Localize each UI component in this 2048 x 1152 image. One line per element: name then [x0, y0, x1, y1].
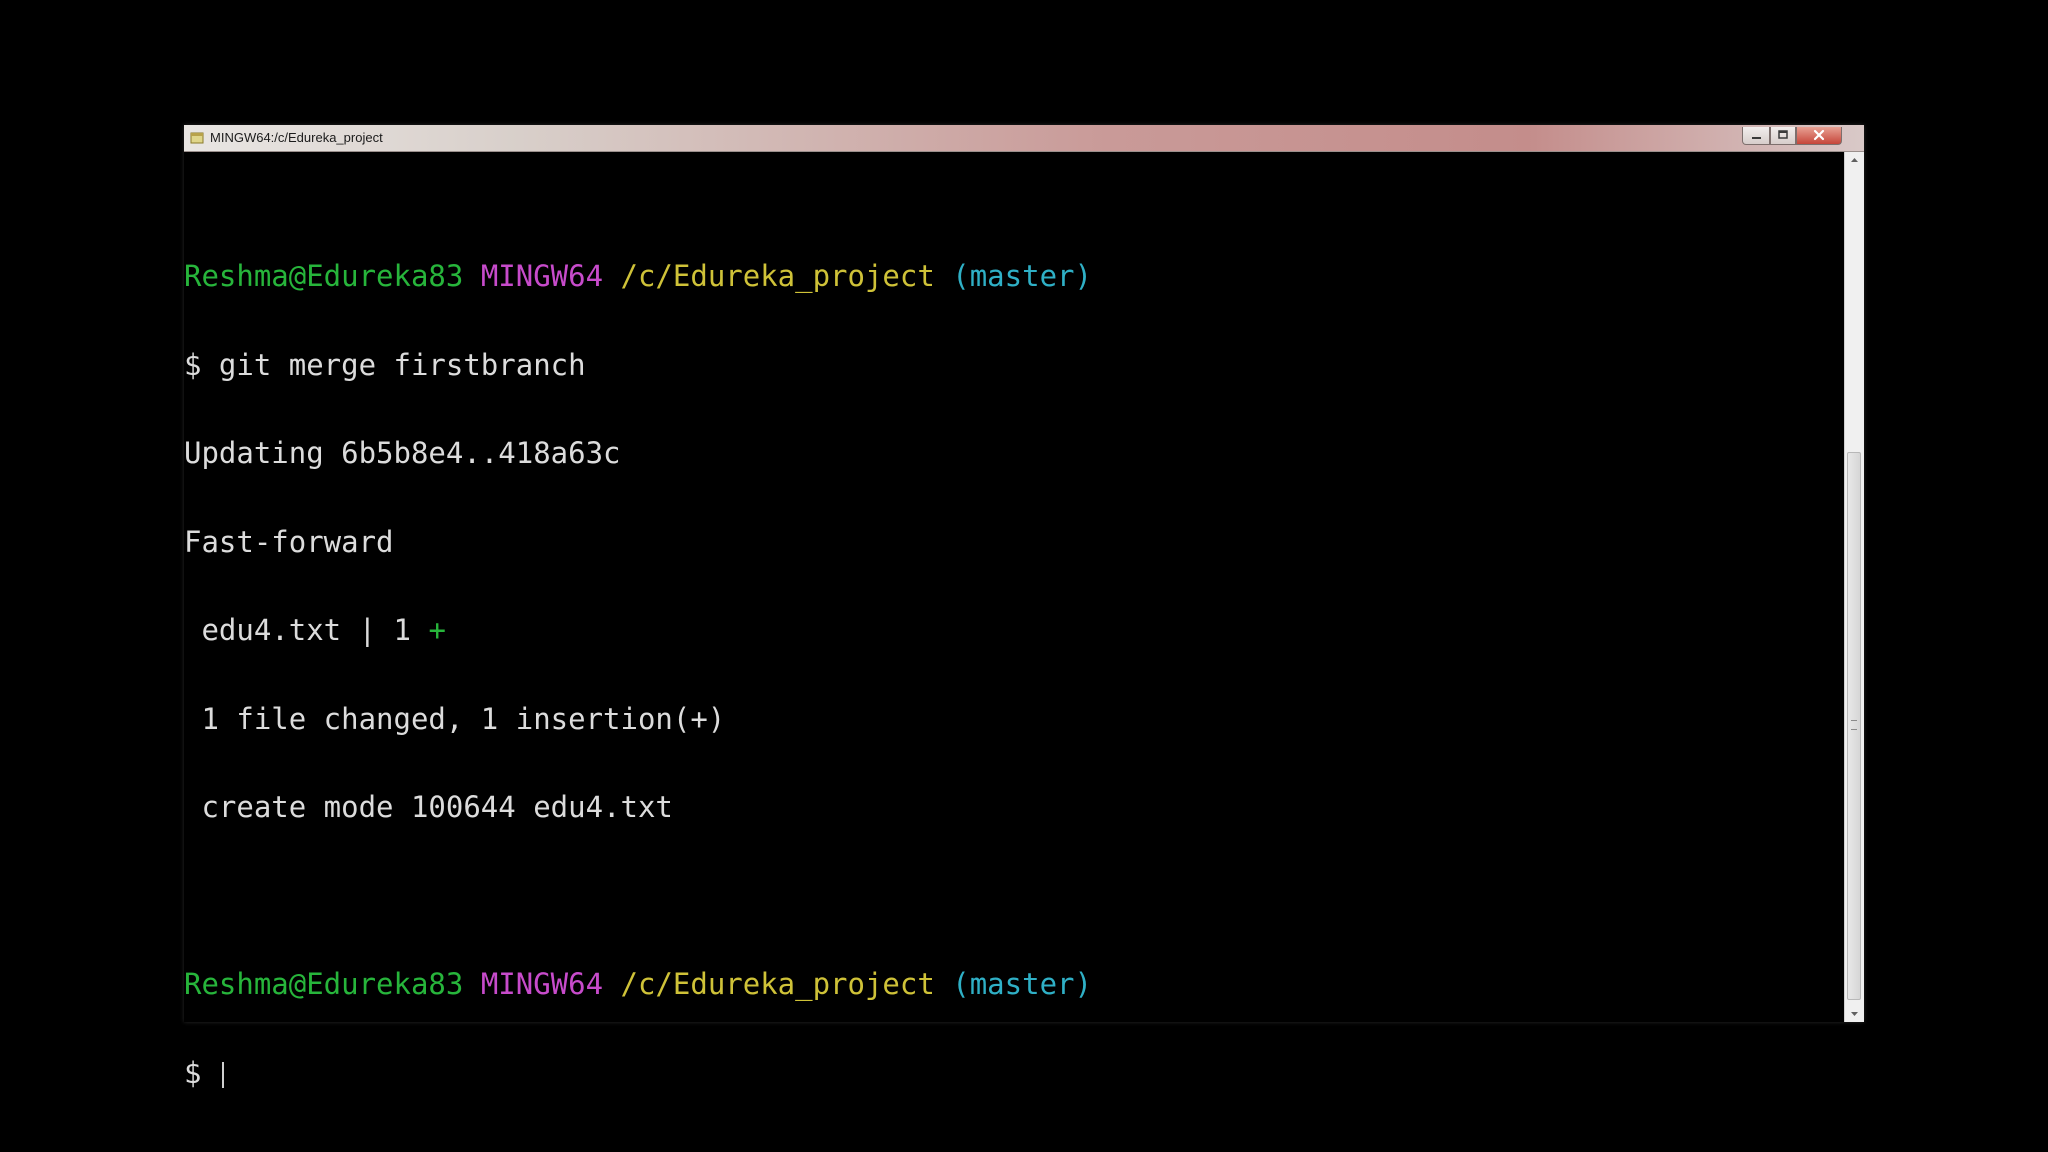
prompt-user: Reshma@Edureka83	[184, 259, 464, 293]
prompt-user: Reshma@Edureka83	[184, 967, 464, 1001]
scroll-down-button[interactable]	[1845, 1006, 1864, 1022]
prompt-host: MINGW64	[480, 967, 604, 1001]
output-summary: 1 file changed, 1 insertion(+)	[184, 701, 726, 736]
prompt-host: MINGW64	[480, 259, 604, 293]
scroll-thumb[interactable]	[1847, 452, 1861, 1000]
vertical-scrollbar[interactable]	[1844, 152, 1864, 1022]
output-fast-forward: Fast-forward	[184, 524, 394, 559]
chevron-down-icon	[1851, 1012, 1858, 1016]
text-cursor	[221, 1061, 224, 1088]
grip-icon	[1851, 720, 1857, 730]
close-button[interactable]	[1796, 127, 1842, 145]
terminal-window: MINGW64:/c/Edureka_project Reshma@Edurek…	[184, 125, 1864, 1088]
output-updating: Updating 6b5b8e4..418a63c	[184, 436, 621, 470]
maximize-icon	[1778, 130, 1788, 139]
output-create-mode: create mode 100644 edu4.txt	[184, 790, 673, 824]
file-stat-name: edu4.txt | 1	[184, 613, 429, 647]
prompt-path: /c/Edureka_project	[620, 259, 935, 293]
git-bash-icon	[190, 132, 204, 144]
scroll-up-button[interactable]	[1845, 152, 1864, 168]
prompt-branch: (master)	[952, 967, 1092, 1001]
terminal-text: Reshma@Edureka83 MINGW64 /c/Edureka_proj…	[184, 203, 1092, 1147]
title-bar[interactable]: MINGW64:/c/Edureka_project	[184, 125, 1864, 152]
minimize-icon	[1752, 137, 1761, 139]
chevron-up-icon	[1851, 158, 1858, 162]
minimize-button[interactable]	[1742, 127, 1770, 145]
prompt-line-2: Reshma@Edureka83 MINGW64 /c/Edureka_proj…	[184, 967, 1092, 1001]
input-line[interactable]: $	[184, 1055, 1092, 1090]
output-file-stat: edu4.txt | 1 +	[184, 613, 1092, 647]
prompt-path: /c/Edureka_project	[620, 967, 935, 1001]
command-line: $ git merge firstbranch	[184, 347, 586, 382]
window-title: MINGW64:/c/Edureka_project	[210, 130, 383, 145]
prompt-branch: (master)	[952, 259, 1092, 293]
input-prompt: $	[184, 1055, 219, 1090]
close-icon	[1813, 129, 1825, 141]
prompt-line-1: Reshma@Edureka83 MINGW64 /c/Edureka_proj…	[184, 259, 1092, 293]
maximize-button[interactable]	[1770, 127, 1796, 145]
terminal-output[interactable]: Reshma@Edureka83 MINGW64 /c/Edureka_proj…	[184, 152, 1844, 1088]
file-stat-plus: +	[428, 613, 446, 647]
